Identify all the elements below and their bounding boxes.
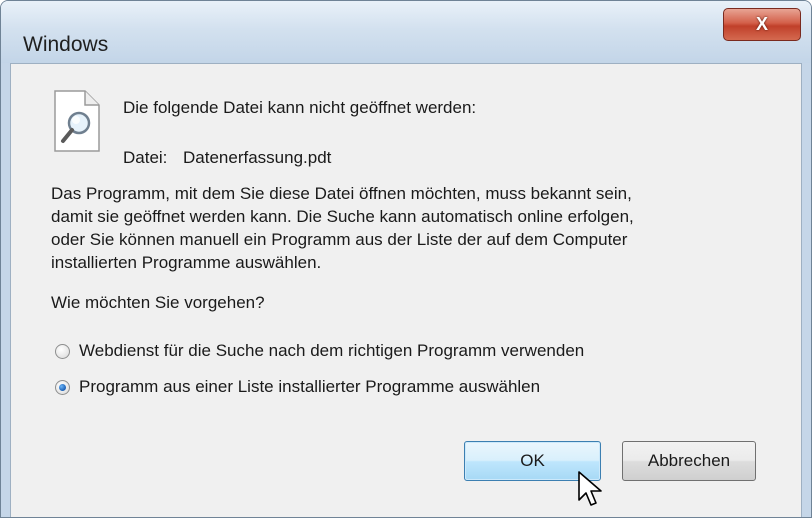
- description-line: oder Sie können manuell ein Programm aus…: [51, 230, 628, 249]
- close-button[interactable]: X: [723, 8, 801, 41]
- radio-selected-dot: [59, 384, 66, 391]
- description-line: installierten Programme auswählen.: [51, 253, 322, 272]
- dialog-heading: Die folgende Datei kann nicht geöffnet w…: [123, 98, 477, 117]
- radio-webservice-label[interactable]: Webdienst für die Suche nach dem richtig…: [79, 341, 584, 361]
- file-name: Datenerfassung.pdt: [183, 148, 332, 167]
- cancel-button[interactable]: Abbrechen: [622, 441, 756, 481]
- dialog-body: Die folgende Datei kann nicht geöffnet w…: [10, 63, 802, 517]
- title-bar[interactable]: Windows X: [1, 1, 811, 63]
- radio-program-list-label[interactable]: Programm aus einer Liste installierter P…: [79, 377, 540, 397]
- window-title: Windows: [23, 33, 109, 56]
- radio-webservice[interactable]: [55, 344, 70, 359]
- mouse-pointer-icon: [578, 471, 602, 506]
- file-label: Datei:: [123, 148, 168, 167]
- dialog-window: Windows X Die folgende Datei kann nicht …: [0, 0, 812, 518]
- question-text: Wie möchten Sie vorgehen?: [51, 293, 265, 312]
- description-line: damit sie geöffnet werden kann. Die Such…: [51, 207, 634, 226]
- close-icon: X: [755, 14, 768, 34]
- description-line: Das Programm, mit dem Sie diese Datei öf…: [51, 184, 632, 203]
- description-text: Das Programm, mit dem Sie diese Datei öf…: [51, 182, 771, 274]
- radio-program-list[interactable]: [55, 380, 70, 395]
- magnifier-document-icon: [54, 90, 100, 152]
